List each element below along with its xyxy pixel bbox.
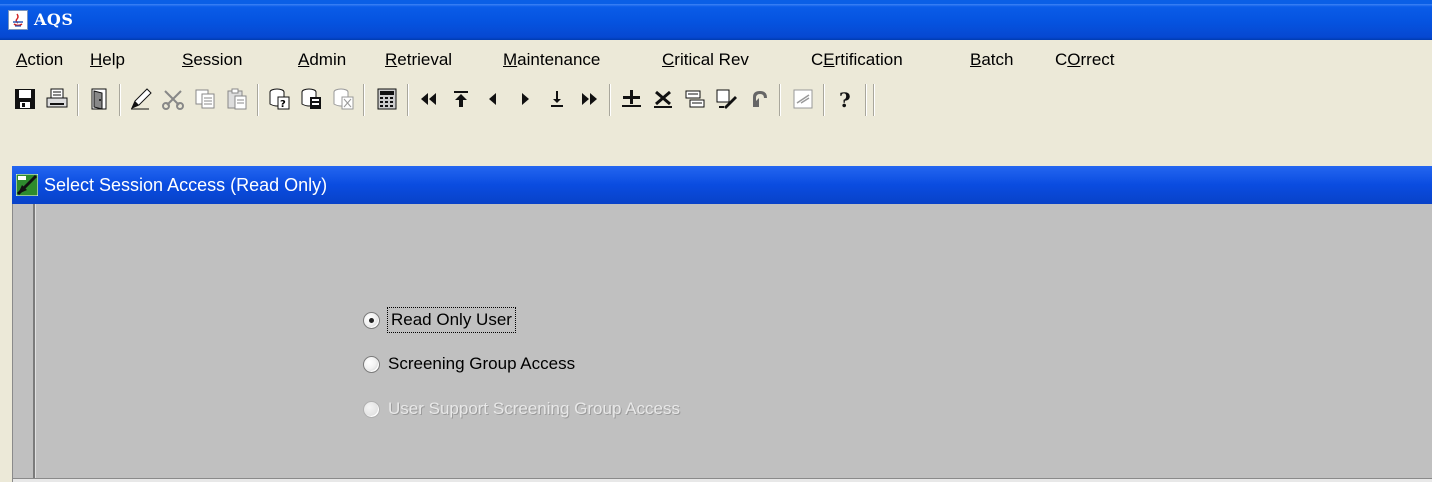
menu-maintenance[interactable]: Maintenance: [503, 50, 600, 70]
menu-certification[interactable]: CErtification: [811, 50, 903, 70]
menu-label: etrieval: [397, 50, 453, 69]
svg-text:?: ?: [839, 88, 851, 111]
copy-icon[interactable]: [192, 86, 218, 112]
menu-retrieval[interactable]: Retrieval: [385, 50, 452, 70]
window-title: AQS: [34, 10, 74, 29]
toolbar-separator: [865, 84, 867, 116]
menu-mnemonic: S: [182, 50, 194, 69]
query-execute-icon[interactable]: [298, 86, 324, 112]
menu-admin[interactable]: Admin: [298, 50, 346, 70]
menu-label: aintenance: [517, 50, 601, 69]
query-enter-icon[interactable]: ?: [266, 86, 292, 112]
radio-user-support-screening-group-access: User Support Screening Group Access: [363, 395, 680, 423]
radio-read-only-user[interactable]: Read Only User: [363, 306, 516, 334]
svg-text:?: ?: [280, 99, 286, 110]
menu-mnemonic: A: [298, 50, 310, 69]
menu-label: ession: [193, 50, 243, 69]
menu-label: ritical Rev: [674, 50, 749, 69]
scroll-bottom-icon[interactable]: [544, 86, 570, 112]
calculator-icon[interactable]: [374, 86, 400, 112]
previous-record-icon[interactable]: [480, 86, 506, 112]
undo-icon[interactable]: [746, 86, 772, 112]
toolbar-separator: [77, 84, 79, 116]
scroll-top-icon[interactable]: [448, 86, 474, 112]
menu-mnemonic: E: [823, 50, 835, 69]
radio-label: Screening Group Access: [388, 354, 576, 373]
menu-label: rtification: [834, 50, 903, 69]
menu-bar: Action Help Session Admin Retrieval Main…: [0, 40, 1432, 78]
paste-icon[interactable]: [224, 86, 250, 112]
menu-mnemonic: H: [90, 50, 103, 69]
menu-label-prefix: C: [811, 50, 824, 69]
list-values-icon[interactable]: [790, 86, 816, 112]
toolbar-separator: [119, 84, 121, 116]
menu-help[interactable]: Help: [90, 50, 125, 70]
menu-mnemonic: R: [385, 50, 398, 69]
form-left-edge: [33, 204, 36, 482]
menu-batch[interactable]: Batch: [970, 50, 1013, 70]
toolbar-separator: [363, 84, 365, 116]
toolbar-separator: [407, 84, 409, 116]
next-record-icon[interactable]: [512, 86, 538, 112]
window-title-bar[interactable]: AQS: [0, 0, 1432, 40]
menu-mnemonic: O: [1067, 50, 1081, 69]
cut-icon[interactable]: [160, 86, 186, 112]
form-window-icon: [15, 173, 39, 197]
insert-record-icon[interactable]: [618, 86, 644, 112]
toolbar-separator: [873, 84, 875, 116]
toolbar-separator: [609, 84, 611, 116]
menu-mnemonic: B: [970, 50, 982, 69]
exit-door-icon[interactable]: [86, 86, 112, 112]
java-app-icon: [8, 10, 28, 30]
menu-mnemonic: M: [503, 50, 518, 69]
clear-record-icon[interactable]: [714, 86, 740, 112]
save-icon[interactable]: [12, 86, 38, 112]
toolbar: ? ?: [0, 78, 1432, 118]
radio-label: User Support Screening Group Access: [388, 399, 680, 418]
last-record-icon[interactable]: [576, 86, 602, 112]
form-title: Select Session Access (Read Only): [44, 175, 328, 195]
form-bottom-edge: [13, 478, 1432, 482]
toolbar-separator: [257, 84, 259, 116]
menu-label: rrect: [1080, 50, 1115, 69]
menu-mnemonic: C: [662, 50, 675, 69]
menu-label: elp: [102, 50, 125, 69]
query-cancel-icon[interactable]: [330, 86, 356, 112]
menu-action[interactable]: Action: [16, 50, 63, 70]
form-canvas: Read Only User Screening Group Access Us…: [12, 204, 1432, 482]
duplicate-record-icon[interactable]: [682, 86, 708, 112]
print-icon[interactable]: [44, 86, 70, 112]
menu-label: dmin: [309, 50, 347, 69]
menu-label: atch: [981, 50, 1014, 69]
menu-session[interactable]: Session: [182, 50, 242, 70]
radio-button-disabled: [363, 400, 380, 418]
toolbar-separator: [823, 84, 825, 116]
toolbar-separator: [779, 84, 781, 116]
radio-button-checked[interactable]: [363, 311, 380, 329]
delete-record-icon[interactable]: [650, 86, 676, 112]
menu-label: ction: [27, 50, 64, 69]
menu-label-prefix: C: [1055, 50, 1068, 69]
radio-button[interactable]: [363, 355, 380, 373]
menu-mnemonic: A: [16, 50, 28, 69]
form-title-bar[interactable]: Select Session Access (Read Only): [12, 166, 1432, 204]
first-record-icon[interactable]: [416, 86, 442, 112]
radio-label: Read Only User: [387, 307, 516, 333]
menu-correct[interactable]: COrrect: [1055, 50, 1115, 70]
radio-screening-group-access[interactable]: Screening Group Access: [363, 350, 575, 378]
menu-critical-rev[interactable]: Critical Rev: [662, 50, 749, 70]
edit-pencil-icon[interactable]: [128, 86, 154, 112]
help-question-icon[interactable]: ?: [832, 86, 858, 112]
